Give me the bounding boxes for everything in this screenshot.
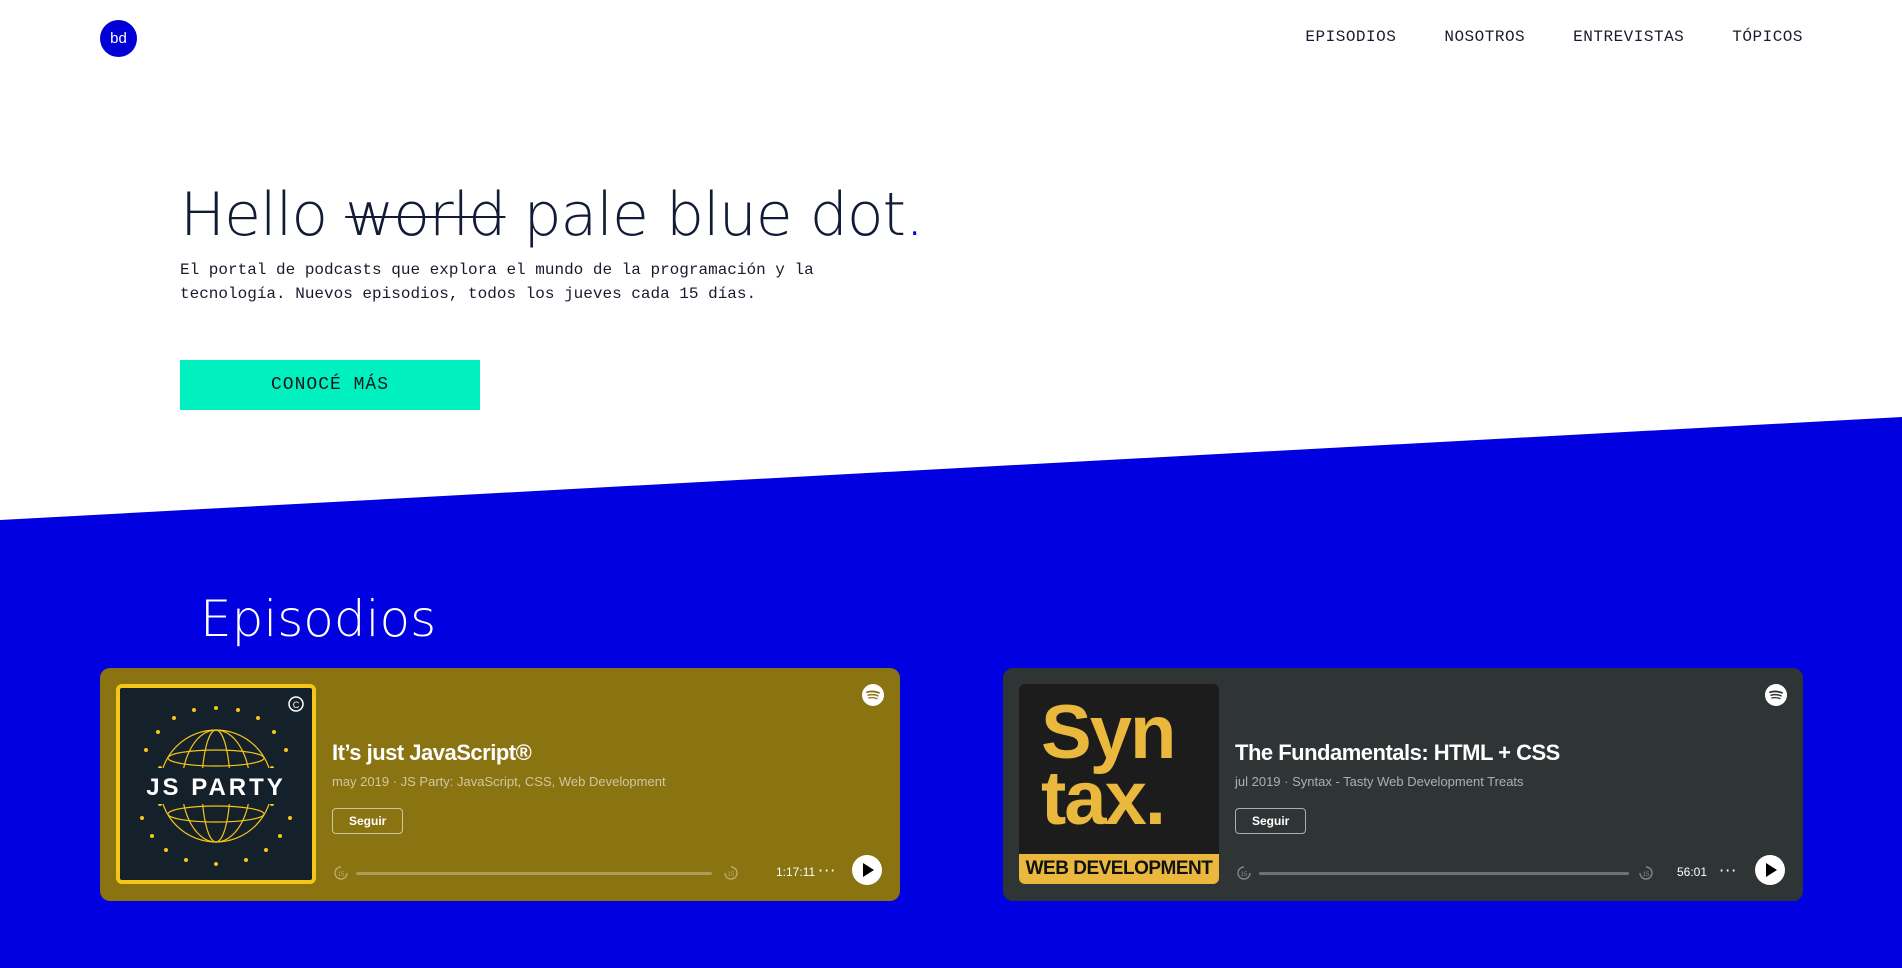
episode-title[interactable]: It’s just JavaScript® xyxy=(332,740,532,766)
cover-banner: WEB DEVELOPMENT xyxy=(1019,854,1219,884)
cover-word-2: tax. xyxy=(1041,756,1166,841)
hero-title-dot: . xyxy=(905,180,924,250)
follow-button[interactable]: Seguir xyxy=(332,808,404,834)
skip-forward-15-icon[interactable]: 15 xyxy=(722,864,740,882)
episode-title[interactable]: The Fundamentals: HTML + CSS xyxy=(1235,740,1560,766)
hero-subtitle: El portal de podcasts que explora el mun… xyxy=(180,261,814,303)
nav-entrevistas[interactable]: ENTREVISTAS xyxy=(1573,28,1684,46)
logo[interactable]: bd xyxy=(100,20,137,57)
progress-bar[interactable] xyxy=(356,872,712,875)
episode-meta: jul 2019 · Syntax - Tasty Web Developmen… xyxy=(1235,774,1524,789)
main-nav: EPISODIOS NOSOTROS ENTREVISTAS TÓPICOS xyxy=(1305,28,1803,46)
episodes-title: Episodios xyxy=(200,590,437,648)
syntax-cover[interactable]: Syn tax. WEB DEVELOPMENT xyxy=(1019,684,1219,884)
hero-title: Hello world pale blue dot. xyxy=(180,180,924,250)
cover-label: JS PARTY xyxy=(146,774,286,801)
progress-bar[interactable] xyxy=(1259,872,1629,875)
spotify-icon[interactable] xyxy=(862,684,884,706)
hero-title-start: Hello xyxy=(180,180,328,250)
hero-title-end: pale blue dot xyxy=(523,180,906,250)
episode-duration: 56:01 xyxy=(1677,865,1708,879)
skip-back-15-icon[interactable]: 15 xyxy=(1235,864,1253,882)
more-options-icon[interactable]: ··· xyxy=(1719,861,1737,880)
skip-back-label: 15 xyxy=(338,872,345,878)
nav-nosotros[interactable]: NOSOTROS xyxy=(1444,28,1525,46)
play-button[interactable] xyxy=(1755,855,1785,885)
js-party-cover[interactable]: C JS PARTY xyxy=(116,684,316,884)
skip-back-label: 15 xyxy=(1241,872,1248,878)
follow-button[interactable]: Seguir xyxy=(1235,808,1307,834)
play-button[interactable] xyxy=(852,855,882,885)
skip-forward-15-icon[interactable]: 15 xyxy=(1637,864,1655,882)
episode-duration: 1:17:11 xyxy=(776,865,816,879)
skip-forward-label: 15 xyxy=(728,872,735,878)
spotify-icon[interactable] xyxy=(1765,684,1787,706)
nav-topicos[interactable]: TÓPICOS xyxy=(1732,28,1803,46)
episode-meta: may 2019 · JS Party: JavaScript, CSS, We… xyxy=(332,774,666,789)
more-options-icon[interactable]: ··· xyxy=(818,861,836,880)
svg-text:C: C xyxy=(293,700,300,710)
episode-card-js-party: C JS PARTY It’s just JavaScript® may 201… xyxy=(100,668,900,901)
nav-episodios[interactable]: EPISODIOS xyxy=(1305,28,1396,46)
episode-card-syntax: Syn tax. WEB DEVELOPMENT The Fundamental… xyxy=(1003,668,1803,901)
skip-back-15-icon[interactable]: 15 xyxy=(332,864,350,882)
hero-title-struck: world xyxy=(345,180,506,250)
skip-forward-label: 15 xyxy=(1643,872,1650,878)
learn-more-button[interactable]: CONOCÉ MÁS xyxy=(180,360,480,410)
